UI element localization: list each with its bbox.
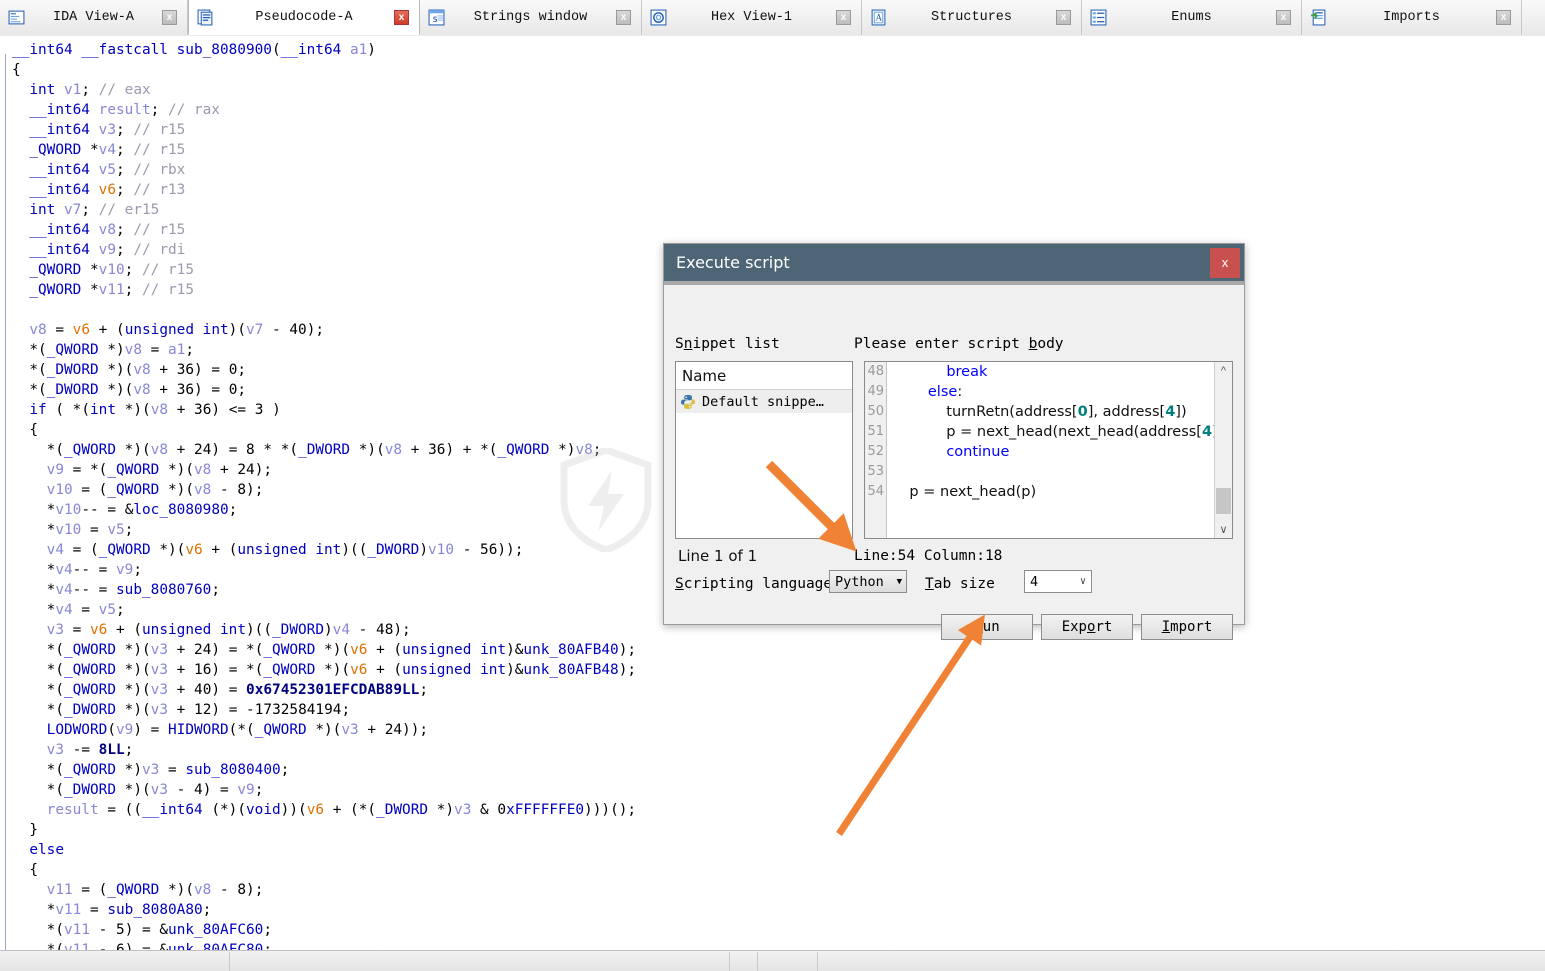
line-number: 49 <box>867 384 884 399</box>
tab-ida-view-a[interactable]: IDA View-A x <box>0 0 188 35</box>
line-number-gutter: 48 49 50 51 52 53 54 <box>865 362 887 538</box>
tab-enums[interactable]: Enums x <box>1082 0 1302 35</box>
close-icon[interactable]: x <box>394 9 409 25</box>
tab-structures[interactable]: A Structures x <box>862 0 1082 35</box>
snippet-list[interactable]: Name Default snippe… <box>675 361 853 539</box>
app-window: IDA View-A x Pseudocode-A x s Strings window x… <box>0 0 1545 971</box>
export-button-label-a: Exp <box>1061 619 1087 635</box>
imports-icon <box>1310 9 1327 26</box>
close-icon[interactable]: x <box>162 10 177 25</box>
structures-icon: A <box>870 9 887 26</box>
ida-view-icon <box>8 9 25 26</box>
snippet-list-label: Snippet list <box>675 336 780 352</box>
tab-label: Pseudocode-A <box>255 9 353 25</box>
tab-size-select[interactable]: 4 ∨ <box>1024 570 1092 593</box>
chevron-down-icon: ▼ <box>896 576 902 587</box>
script-line <box>891 462 1214 482</box>
svg-text:s: s <box>432 14 438 25</box>
python-icon <box>681 394 695 409</box>
tab-bar: IDA View-A x Pseudocode-A x s Strings window x… <box>0 0 1545 37</box>
export-button[interactable]: Exp o rt <box>1041 614 1133 640</box>
line-number: 50 <box>867 404 884 419</box>
scripting-language-value: Python <box>835 573 884 590</box>
svg-text:A: A <box>876 13 883 23</box>
script-body-text[interactable]: break else: turnRetn(address[0], address… <box>887 362 1214 538</box>
status-bar <box>0 950 1545 971</box>
script-line: else: <box>927 384 963 400</box>
scripting-language-select[interactable]: Python ▼ <box>829 570 907 593</box>
script-line: p = next_head(p) <box>891 484 1037 500</box>
chevron-down-icon: ∨ <box>1079 576 1086 587</box>
status-cell-5 <box>818 952 1545 971</box>
close-icon[interactable]: x <box>1276 10 1291 25</box>
import-button-accel: I <box>1161 619 1171 635</box>
tab-imports[interactable]: Imports x <box>1302 0 1522 35</box>
line-number: 52 <box>867 444 884 459</box>
script-body-scrollbar[interactable]: ^ ∨ <box>1214 362 1232 538</box>
hexview-icon <box>650 9 667 26</box>
script-line: continue <box>946 444 1010 460</box>
close-icon[interactable]: x <box>1496 10 1511 25</box>
run-button-label: un <box>982 619 1000 635</box>
export-button-accel: o <box>1087 619 1096 635</box>
status-cell-2 <box>230 951 730 971</box>
line-number: 51 <box>867 424 884 439</box>
status-cell-3 <box>730 951 758 971</box>
export-button-label-b: rt <box>1095 619 1113 635</box>
close-icon[interactable]: x <box>616 10 631 25</box>
script-body-label: Please enter script body <box>854 336 1064 352</box>
close-icon[interactable]: x <box>836 10 851 25</box>
close-icon[interactable]: x <box>1056 10 1071 25</box>
tab-label: IDA View-A <box>52 10 134 25</box>
tab-label: Hex View-1 <box>710 10 792 25</box>
run-button-accel: R <box>974 619 983 635</box>
tab-bar-filler <box>1522 0 1545 36</box>
run-button[interactable]: Run <box>941 614 1033 640</box>
tab-size-value: 4 <box>1030 573 1039 590</box>
line-number: 54 <box>867 484 884 499</box>
tab-pseudocode-a[interactable]: Pseudocode-A x <box>188 0 420 35</box>
tab-label: Structures <box>930 10 1012 25</box>
code-left-margin-line <box>5 54 6 951</box>
import-button[interactable]: Import <box>1141 614 1233 640</box>
scroll-up-icon[interactable]: ^ <box>1215 362 1232 380</box>
dialog-title: Execute script <box>676 253 790 272</box>
list-item[interactable]: Default snippe… <box>676 390 852 413</box>
strings-icon: s <box>428 9 445 26</box>
line-of-indicator: Line 1 of 1 <box>678 547 758 565</box>
script-body-editor[interactable]: 48 49 50 51 52 53 54 break else: turnRetn(addr… <box>864 361 1233 539</box>
scrollbar-thumb[interactable] <box>1216 488 1231 514</box>
status-cell-4 <box>758 951 818 971</box>
line-number: 48 <box>867 364 884 379</box>
pseudocode-icon <box>197 9 214 26</box>
close-icon[interactable]: x <box>1210 247 1240 278</box>
script-line: break <box>946 364 988 380</box>
tab-label: Enums <box>1171 10 1212 25</box>
script-line: p = next_head(next_head(address[4])) <box>891 424 1214 440</box>
tab-label: Imports <box>1383 10 1440 25</box>
scripting-language-label: Scripting language <box>675 576 833 592</box>
dialog-title-bar[interactable]: Execute script x <box>664 244 1244 281</box>
tab-size-label: Tab size <box>925 576 995 592</box>
enums-icon <box>1090 9 1107 26</box>
tab-strings-window[interactable]: s Strings window x <box>420 0 642 35</box>
line-column-indicator: Line:54 Column:18 <box>854 548 1003 564</box>
execute-script-dialog[interactable]: Execute script x Snippet list Please ent… <box>663 243 1245 640</box>
snippet-list-header: Name <box>676 362 852 390</box>
import-button-label: mport <box>1170 619 1213 635</box>
status-cell-1 <box>0 951 230 971</box>
line-number: 53 <box>867 464 884 479</box>
list-item-label: Default snippe… <box>702 393 824 410</box>
tab-hex-view-1[interactable]: Hex View-1 x <box>642 0 862 35</box>
dialog-body: Snippet list Please enter script body Na… <box>664 285 1244 640</box>
scroll-down-icon[interactable]: ∨ <box>1215 520 1232 538</box>
tab-label: Strings window <box>473 10 588 25</box>
script-line: turnRetn(address[0], address[4]) <box>891 404 1187 420</box>
